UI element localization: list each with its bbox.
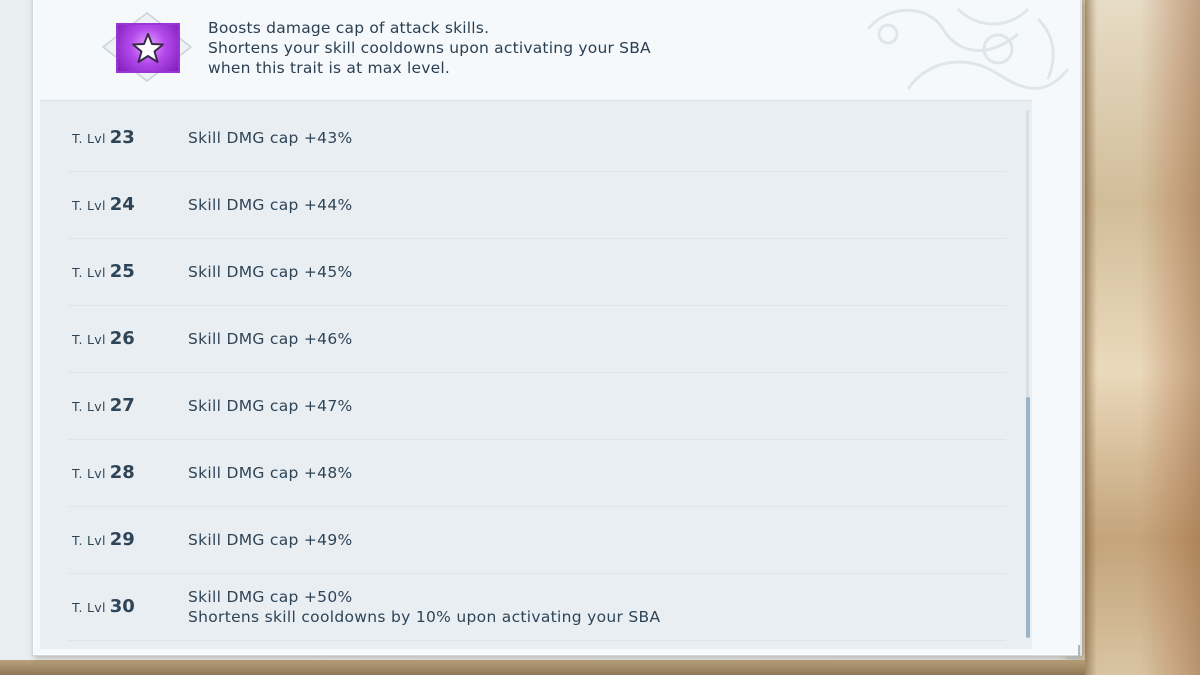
- level-row: T. Lvl 26 Skill DMG cap +46%: [68, 305, 1006, 373]
- resize-corner: [1066, 645, 1080, 659]
- effect-line: Skill DMG cap +48%: [188, 464, 353, 482]
- star-icon: [132, 33, 164, 63]
- level-number: 28: [109, 462, 135, 483]
- effect-line: Skill DMG cap +44%: [188, 196, 353, 214]
- level-row: T. Lvl 25 Skill DMG cap +45%: [68, 238, 1006, 306]
- level-row: T. Lvl 30 Skill DMG cap +50% Shortens ski…: [68, 573, 1006, 641]
- level-label: T. Lvl 26: [72, 328, 135, 349]
- level-number: 29: [109, 529, 135, 550]
- level-label: T. Lvl 23: [72, 127, 135, 148]
- panel-edge: [1080, 0, 1082, 655]
- level-label: T. Lvl 27: [72, 395, 135, 416]
- level-prefix: T. Lvl: [72, 265, 106, 280]
- background-scenery: [1085, 0, 1200, 675]
- level-label: T. Lvl 30: [72, 596, 135, 617]
- level-effect: Skill DMG cap +50% Shortens skill cooldo…: [188, 587, 660, 627]
- level-effect: Skill DMG cap +43%: [188, 128, 353, 148]
- effect-line: Skill DMG cap +47%: [188, 397, 353, 415]
- level-label: T. Lvl 24: [72, 194, 135, 215]
- level-label: T. Lvl 28: [72, 462, 135, 483]
- level-row: T. Lvl 28 Skill DMG cap +48%: [68, 439, 1006, 507]
- background-floor: [0, 660, 1085, 675]
- level-prefix: T. Lvl: [72, 600, 106, 615]
- level-prefix: T. Lvl: [72, 533, 106, 548]
- level-number: 27: [109, 395, 135, 416]
- level-label: T. Lvl 25: [72, 261, 135, 282]
- level-prefix: T. Lvl: [72, 131, 106, 146]
- level-number: 25: [109, 261, 135, 282]
- level-prefix: T. Lvl: [72, 198, 106, 213]
- level-number: 26: [109, 328, 135, 349]
- level-row: T. Lvl 23 Skill DMG cap +43%: [68, 104, 1006, 172]
- description-line: when this trait is at max level.: [208, 59, 450, 77]
- effect-line: Skill DMG cap +45%: [188, 263, 353, 281]
- effect-line: Skill DMG cap +50%: [188, 588, 353, 606]
- level-effect: Skill DMG cap +46%: [188, 329, 353, 349]
- level-row: T. Lvl 27 Skill DMG cap +47%: [68, 372, 1006, 440]
- effect-line: Skill DMG cap +43%: [188, 129, 353, 147]
- level-prefix: T. Lvl: [72, 332, 106, 347]
- level-row: T. Lvl 29 Skill DMG cap +49%: [68, 506, 1006, 574]
- level-label: T. Lvl 29: [72, 529, 135, 550]
- decorative-ornament: [866, 7, 1070, 90]
- level-prefix: T. Lvl: [72, 399, 106, 414]
- level-effect: Skill DMG cap +44%: [188, 195, 353, 215]
- effect-line: Skill DMG cap +46%: [188, 330, 353, 348]
- level-prefix: T. Lvl: [72, 466, 106, 481]
- level-effect: Skill DMG cap +45%: [188, 262, 353, 282]
- level-effect: Skill DMG cap +49%: [188, 530, 353, 550]
- effect-line: Skill DMG cap +49%: [188, 531, 353, 549]
- scrollbar-thumb[interactable]: [1026, 397, 1030, 638]
- trait-description: Boosts damage cap of attack skills. Shor…: [208, 18, 808, 78]
- level-number: 24: [109, 194, 135, 215]
- effect-line: Shortens skill cooldowns by 10% upon act…: [188, 608, 661, 626]
- level-row: T. Lvl 24 Skill DMG cap +44%: [68, 171, 1006, 239]
- trait-icon[interactable]: [116, 23, 180, 73]
- level-effect: Skill DMG cap +47%: [188, 396, 353, 416]
- description-line: Shortens your skill cooldowns upon activ…: [208, 39, 651, 57]
- level-number: 23: [109, 127, 135, 148]
- level-effect: Skill DMG cap +48%: [188, 463, 353, 483]
- level-number: 30: [109, 596, 135, 617]
- description-line: Boosts damage cap of attack skills.: [208, 19, 490, 37]
